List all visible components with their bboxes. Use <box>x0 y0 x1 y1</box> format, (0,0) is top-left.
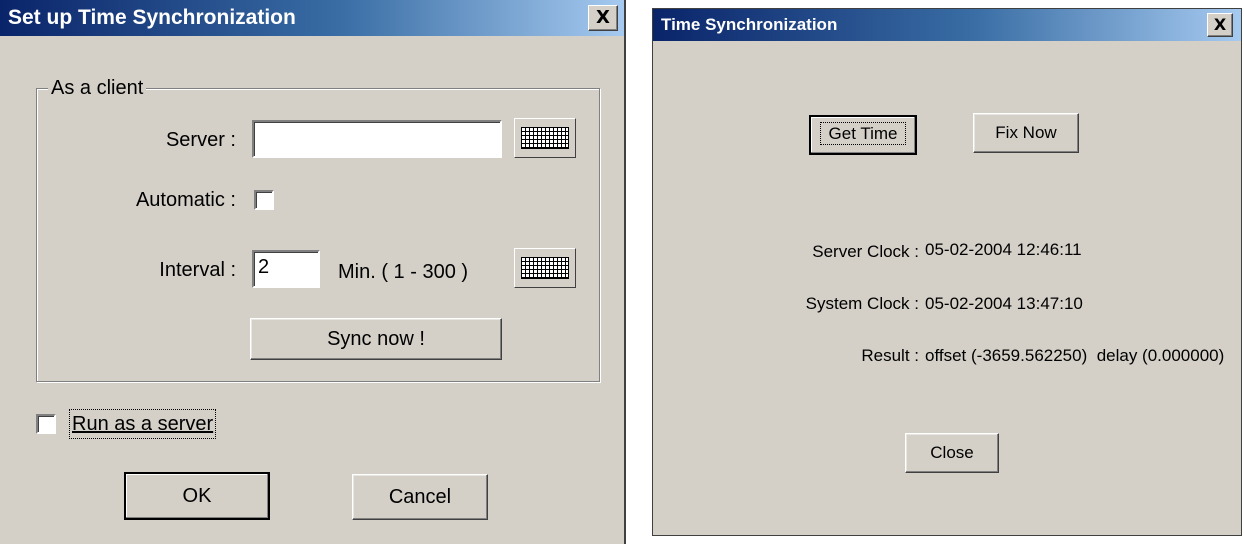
close-button[interactable]: Close <box>905 433 999 473</box>
result-label: Result : <box>861 346 919 365</box>
ok-button[interactable]: OK <box>124 472 270 520</box>
time-sync-dialog: Time Synchronization X Get Time Fix Now … <box>652 8 1242 536</box>
run-as-server-checkbox[interactable] <box>36 414 56 434</box>
system-clock-label: System Clock : <box>805 294 919 313</box>
interval-input[interactable]: 2 <box>252 250 320 288</box>
keyboard-icon[interactable] <box>514 248 576 288</box>
sync-dialog-titlebar[interactable]: Time Synchronization X <box>653 9 1241 41</box>
interval-label: Interval : <box>159 259 236 281</box>
close-icon[interactable]: X <box>588 5 618 31</box>
result-value: offset (-3659.562250) delay (0.000000) <box>925 346 1225 365</box>
sync-now-button[interactable]: Sync now ! <box>250 318 502 360</box>
sync-dialog-title: Time Synchronization <box>661 15 838 34</box>
server-clock-value: 05-02-2004 12:46:11 <box>925 240 1082 259</box>
automatic-checkbox[interactable] <box>254 190 274 210</box>
cancel-button[interactable]: Cancel <box>352 474 488 520</box>
system-clock-value: 05-02-2004 13:47:10 <box>925 294 1083 313</box>
setup-dialog-title: Set up Time Synchronization <box>8 6 296 29</box>
as-a-client-label: As a client <box>48 76 147 100</box>
setup-time-sync-dialog: Set up Time Synchronization X As a clien… <box>0 0 626 544</box>
fix-now-button[interactable]: Fix Now <box>973 113 1079 153</box>
close-icon[interactable]: X <box>1207 13 1233 37</box>
get-time-focus-label: Get Time <box>819 122 907 145</box>
setup-dialog-titlebar[interactable]: Set up Time Synchronization X <box>0 0 624 36</box>
get-time-button[interactable]: Get Time <box>809 115 917 155</box>
run-as-server-label[interactable]: Run as a server <box>68 409 217 439</box>
server-label: Server : <box>165 129 236 151</box>
server-input[interactable] <box>252 120 502 158</box>
automatic-label: Automatic : <box>135 189 236 211</box>
interval-range-label: Min. ( 1 - 300 ) <box>338 261 469 283</box>
server-clock-label: Server Clock : <box>812 242 919 261</box>
keyboard-icon[interactable] <box>514 118 576 158</box>
